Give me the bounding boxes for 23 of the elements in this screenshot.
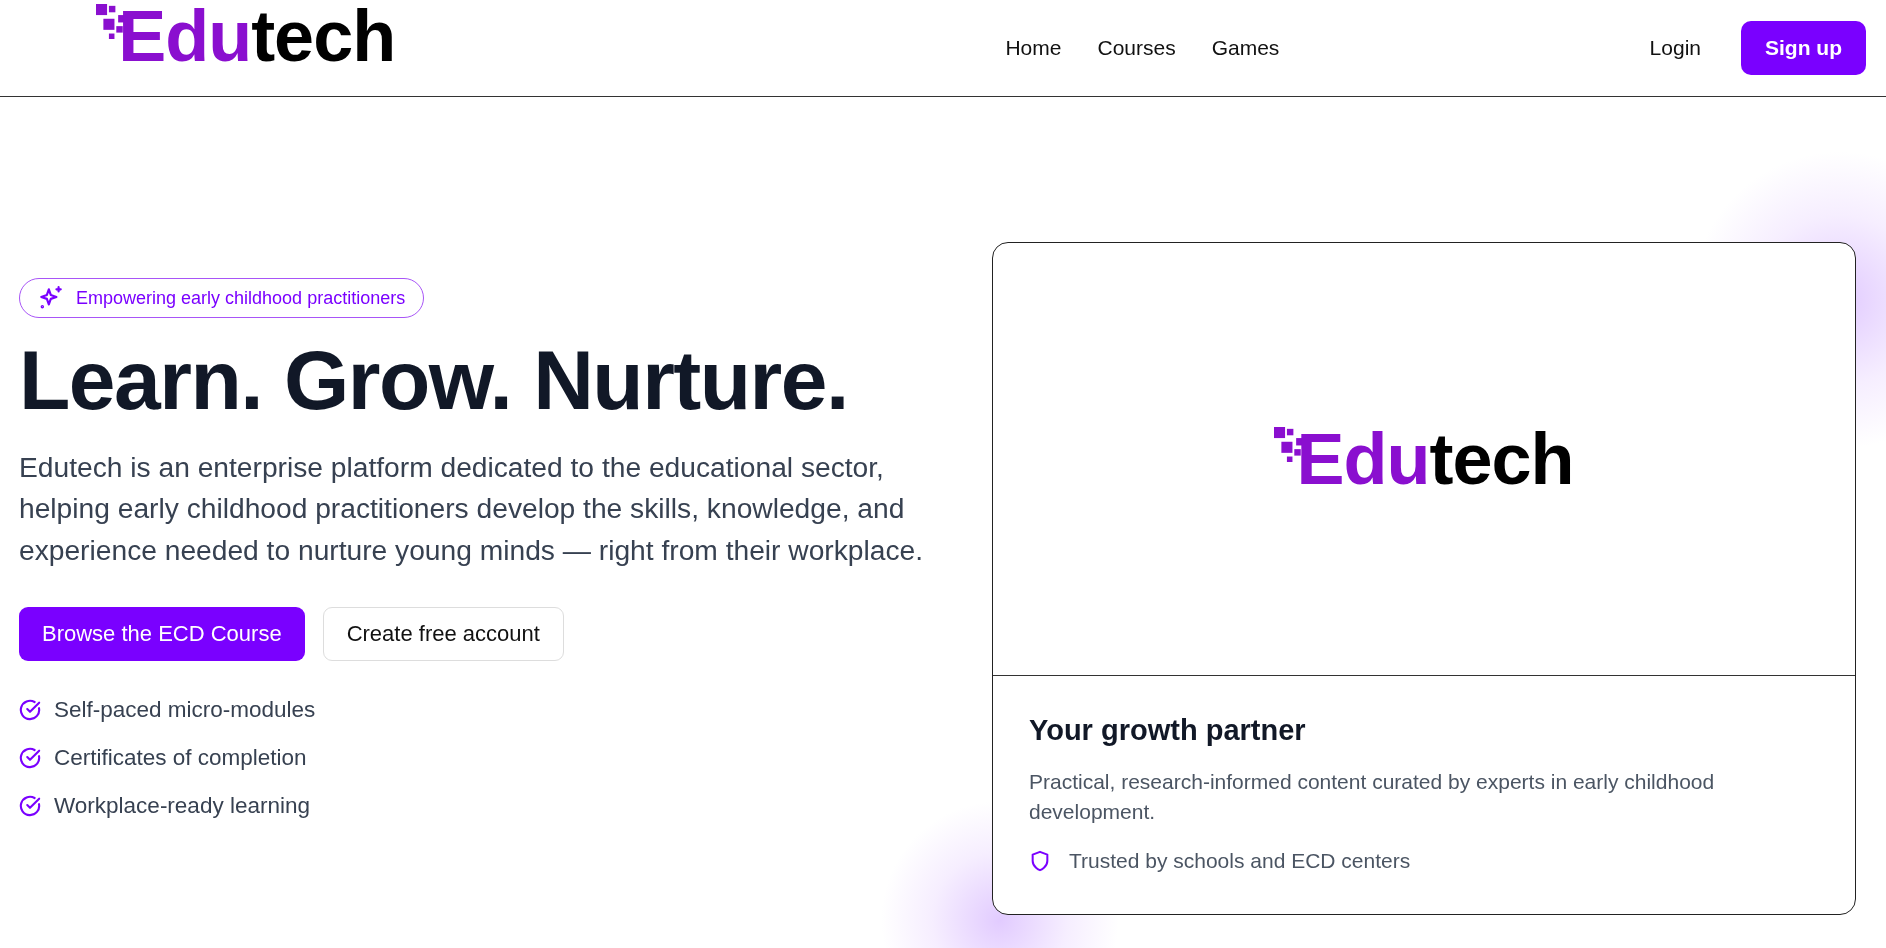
browse-course-button[interactable]: Browse the ECD Course bbox=[19, 607, 305, 662]
feature-text: Certificates of completion bbox=[54, 745, 307, 772]
card-logo: Edutech bbox=[1274, 423, 1574, 495]
card-title: Your growth partner bbox=[1029, 714, 1307, 747]
nav-link[interactable]: Home bbox=[1005, 36, 1062, 60]
hero-title: Learn. Grow. Nurture. bbox=[19, 332, 848, 429]
signup-button[interactable]: Sign up bbox=[1741, 21, 1866, 75]
logo[interactable]: Edutech bbox=[96, 0, 396, 72]
create-account-button[interactable]: Create free account bbox=[322, 607, 564, 662]
nav-link[interactable]: Courses bbox=[1097, 36, 1176, 60]
check-circle-icon bbox=[19, 795, 41, 818]
nav-link[interactable]: Games bbox=[1211, 36, 1280, 60]
card-description: Practical, research-informed content curated by experts in early childhood development. bbox=[1029, 769, 1716, 825]
shield-icon bbox=[1029, 849, 1051, 873]
feature-text: Workplace-ready learning bbox=[54, 793, 310, 820]
login-link[interactable]: Login bbox=[1649, 36, 1701, 60]
check-circle-icon bbox=[19, 747, 41, 770]
check-circle-icon bbox=[19, 699, 41, 722]
feature-text: Self-paced micro-modules bbox=[54, 697, 316, 724]
trust-text: Trusted by schools and ECD centers bbox=[1069, 849, 1411, 873]
sparkles-icon bbox=[38, 285, 64, 311]
hero-description: Edutech is an enterprise platform dedicated to the educational sector, helping early childhood practitioners develop the skills, knowledge, and experience needed to nurture young minds — right from their workplace. bbox=[19, 449, 925, 568]
tagline-text: Empowering early childhood practitioners bbox=[76, 287, 406, 309]
